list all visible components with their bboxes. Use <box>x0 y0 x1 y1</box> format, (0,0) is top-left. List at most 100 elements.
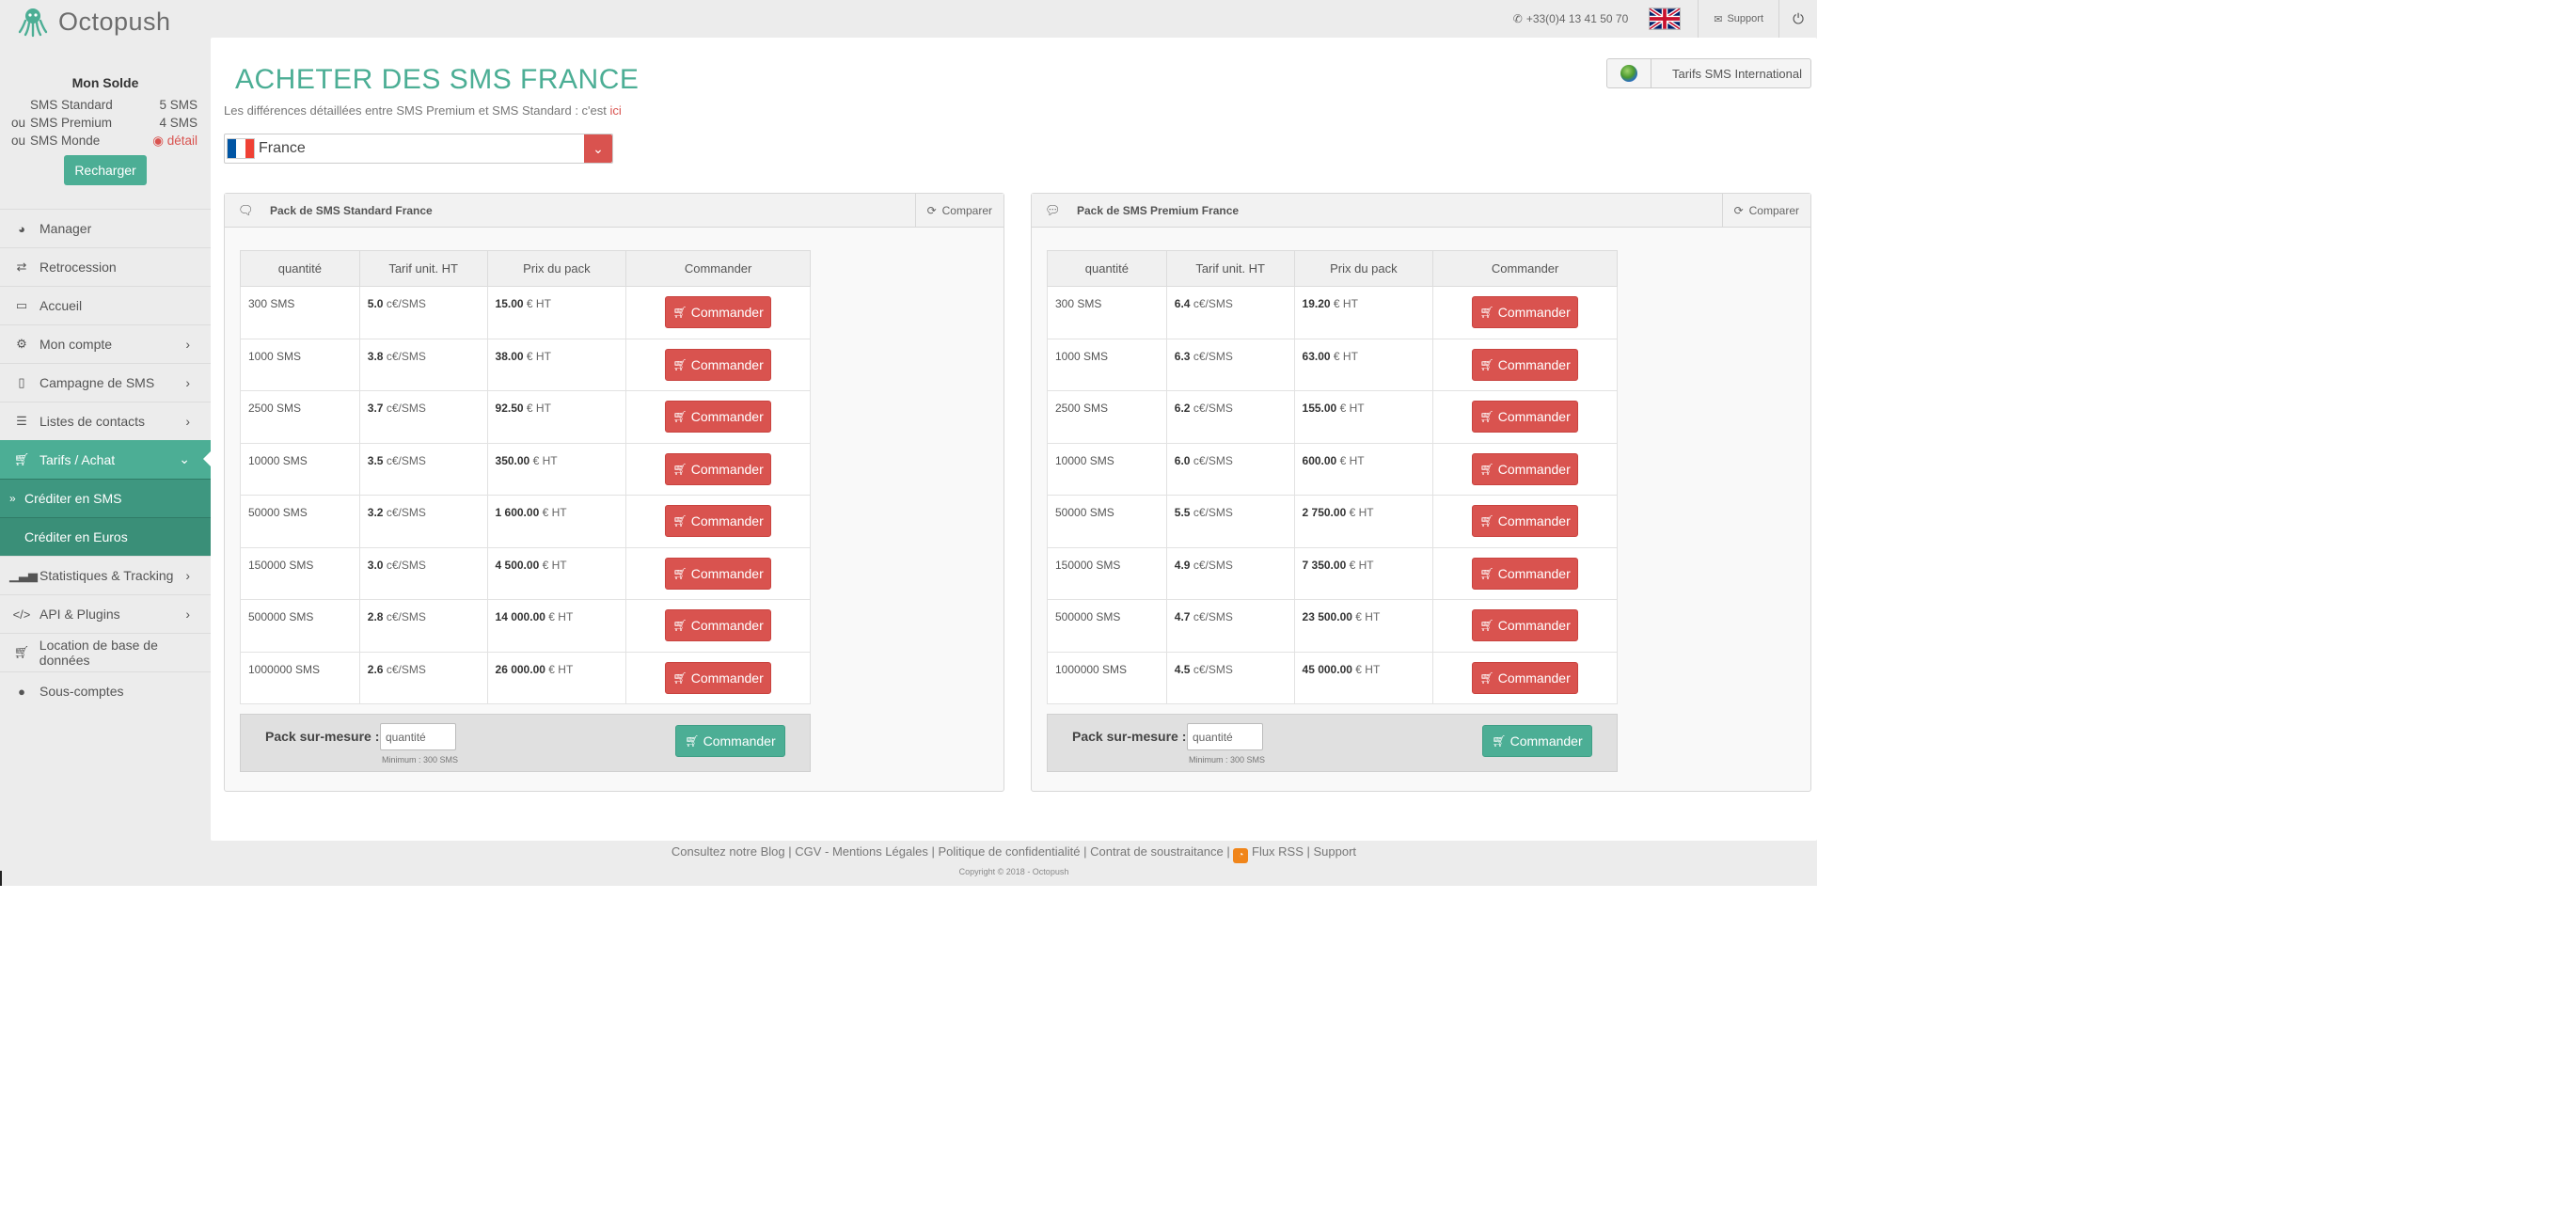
order-label: Commander <box>690 356 764 372</box>
quantity-value: 2500 SMS <box>248 402 302 415</box>
price-unit: € HT <box>526 297 551 310</box>
cart-icon: 🛒︎ <box>685 734 700 748</box>
custom-quantity-input[interactable] <box>1187 723 1263 750</box>
sidebar-item-tarifs[interactable]: 🛒︎ Tarifs / Achat ⌄ <box>0 440 211 479</box>
order-button[interactable]: 🛒︎ Commander <box>665 609 772 642</box>
order-button[interactable]: 🛒︎ Commander <box>1472 348 1579 381</box>
custom-order-button[interactable]: 🛒︎ Commander <box>675 725 785 757</box>
price-unit: € HT <box>542 558 567 572</box>
rate-cell: 2.8 c€/SMS <box>358 599 488 653</box>
footer-link-support[interactable]: Support <box>1314 844 1357 859</box>
sidebar-item-contacts[interactable]: ☰ Listes de contacts › <box>0 402 211 440</box>
quantity-cell: 1000000 SMS <box>240 651 360 704</box>
order-cell: 🛒︎ Commander <box>1432 599 1618 653</box>
subtitle-link[interactable]: ici <box>610 103 622 118</box>
support-link[interactable]: ✉ Support <box>1699 13 1778 25</box>
order-label: Commander <box>1497 461 1571 477</box>
submenu-item-crediter-sms[interactable]: » Créditer en SMS <box>0 479 211 517</box>
submenu-item-crediter-euros[interactable]: Créditer en Euros <box>0 517 211 556</box>
balance-prefix: ou <box>11 134 26 148</box>
price-unit: € HT <box>526 349 551 363</box>
order-button[interactable]: 🛒︎ Commander <box>1472 609 1579 642</box>
rate-value: 2.6 <box>367 662 384 676</box>
rate-value: 6.4 <box>1174 297 1191 310</box>
price-unit: € HT <box>532 453 558 467</box>
custom-pack-bar: Pack sur-mesure : Minimum : 300 SMS 🛒︎ C… <box>1047 714 1618 772</box>
price-cell: 19.20 € HT <box>1293 286 1434 339</box>
uk-flag-icon[interactable] <box>1649 8 1682 30</box>
table-header-row: quantité Tarif unit. HT Prix du pack Com… <box>240 250 811 287</box>
sidebar-item-campagne[interactable]: ▯ Campagne de SMS › <box>0 363 211 402</box>
order-button[interactable]: 🛒︎ Commander <box>665 348 772 381</box>
order-label: Commander <box>1497 513 1571 529</box>
sidebar-item-sous-comptes[interactable]: ● Sous-comptes <box>0 671 211 710</box>
footer-link-privacy[interactable]: Politique de confidentialité <box>938 844 1080 859</box>
column-header-order: Commander <box>1432 250 1618 287</box>
order-button[interactable]: 🛒︎ Commander <box>665 557 772 590</box>
footer-link-rss[interactable]: Flux RSS <box>1252 844 1304 859</box>
price-unit: € HT <box>542 506 567 519</box>
app-window: Octopush ✆ +33(0)4 13 41 50 70 ✉ Support… <box>0 0 1817 886</box>
recharge-button[interactable]: Recharger <box>64 155 147 185</box>
refresh-icon: ⟳ <box>926 203 937 217</box>
sidebar-item-api[interactable]: </> API & Plugins › <box>0 594 211 633</box>
sidebar-item-accueil[interactable]: ▭ Accueil <box>0 286 211 324</box>
order-cell: 🛒︎ Commander <box>1432 338 1618 391</box>
rate-unit: c€/SMS <box>1193 558 1233 572</box>
detail-link[interactable]: ◉ détail <box>152 132 201 150</box>
country-select[interactable]: France ⌄ <box>224 134 613 164</box>
quantity-value: 500000 SMS <box>1055 610 1121 623</box>
rate-value: 4.5 <box>1174 662 1191 676</box>
footer-link-blog[interactable]: Consultez notre Blog <box>672 844 785 859</box>
flag-stripe <box>245 139 254 158</box>
compare-button[interactable]: ⟳ Comparer <box>914 194 1004 227</box>
price-unit: € HT <box>1355 662 1381 676</box>
compare-button[interactable]: ⟳ Comparer <box>1721 194 1810 227</box>
footer-link-contract[interactable]: Contrat de soustraitance <box>1090 844 1224 859</box>
rate-unit: c€/SMS <box>1193 297 1233 310</box>
logo[interactable]: Octopush <box>17 6 171 38</box>
chevron-down-icon: ⌄ <box>179 451 190 466</box>
power-icon[interactable]: ⏻ <box>1779 0 1817 38</box>
quantity-value: 500000 SMS <box>248 610 314 623</box>
order-button[interactable]: 🛒︎ Commander <box>665 505 772 538</box>
sidebar-item-location[interactable]: 🛒︎ Location de base de données <box>0 633 211 671</box>
balance-value: 4 SMS <box>159 116 198 130</box>
order-button[interactable]: 🛒︎ Commander <box>665 296 772 329</box>
order-button[interactable]: 🛒︎ Commander <box>1472 505 1579 538</box>
table-row: 1000000 SMS 2.6 c€/SMS 26 000.00 € HT 🛒︎ Com… <box>240 651 811 704</box>
sidebar-item-retrocession[interactable]: ⇄ Retrocession <box>0 247 211 286</box>
sidebar: Mon Solde SMS Standard 5 SMS ou SMS Prem… <box>0 38 211 886</box>
rate-cell: 6.0 c€/SMS <box>1165 442 1295 496</box>
sidebar-item-label: Statistiques & Tracking <box>40 568 174 583</box>
order-button[interactable]: 🛒︎ Commander <box>1472 661 1579 694</box>
sidebar-item-manager[interactable]: ◕ Manager <box>0 209 211 247</box>
premium-pack-panel: 💬︎ Pack de SMS Premium France ⟳ Comparer… <box>1031 193 1811 792</box>
footer-link-cgv[interactable]: CGV - Mentions Légales <box>795 844 928 859</box>
order-button[interactable]: 🛒︎ Commander <box>1472 557 1579 590</box>
order-button[interactable]: 🛒︎ Commander <box>1472 401 1579 434</box>
balance-box: Mon Solde SMS Standard 5 SMS ou SMS Prem… <box>0 38 211 185</box>
column-header-price: Prix du pack <box>486 250 627 287</box>
table-row: 1000 SMS 6.3 c€/SMS 63.00 € HT 🛒︎ Commander <box>1047 338 1618 391</box>
order-button[interactable]: 🛒︎ Commander <box>665 452 772 485</box>
footer-links: Consultez notre Blog | CGV - Mentions Lé… <box>211 841 1817 863</box>
price-table: quantité Tarif unit. HT Prix du pack Com… <box>1047 250 1618 704</box>
custom-order-button[interactable]: 🛒︎ Commander <box>1482 725 1592 757</box>
custom-quantity-input[interactable] <box>380 723 456 750</box>
price-value: 26 000.00 <box>495 662 545 676</box>
rate-value: 4.9 <box>1174 558 1191 572</box>
price-unit: € HT <box>1333 297 1358 310</box>
order-button[interactable]: 🛒︎ Commander <box>665 661 772 694</box>
chevron-right-icon: › <box>185 375 190 390</box>
cart-icon: 🛒︎ <box>672 566 687 580</box>
balance-prefix: ou <box>11 116 26 130</box>
sidebar-item-mon-compte[interactable]: ⚙ Mon compte › <box>0 324 211 363</box>
chevron-down-icon[interactable]: ⌄ <box>584 134 612 163</box>
international-rates-button[interactable]: Tarifs SMS International <box>1606 58 1811 88</box>
order-button[interactable]: 🛒︎ Commander <box>1472 452 1579 485</box>
sidebar-item-statistiques[interactable]: ▁▃▅ Statistiques & Tracking › <box>0 556 211 594</box>
order-button[interactable]: 🛒︎ Commander <box>1472 296 1579 329</box>
order-button[interactable]: 🛒︎ Commander <box>665 401 772 434</box>
price-cell: 1 600.00 € HT <box>486 495 627 548</box>
